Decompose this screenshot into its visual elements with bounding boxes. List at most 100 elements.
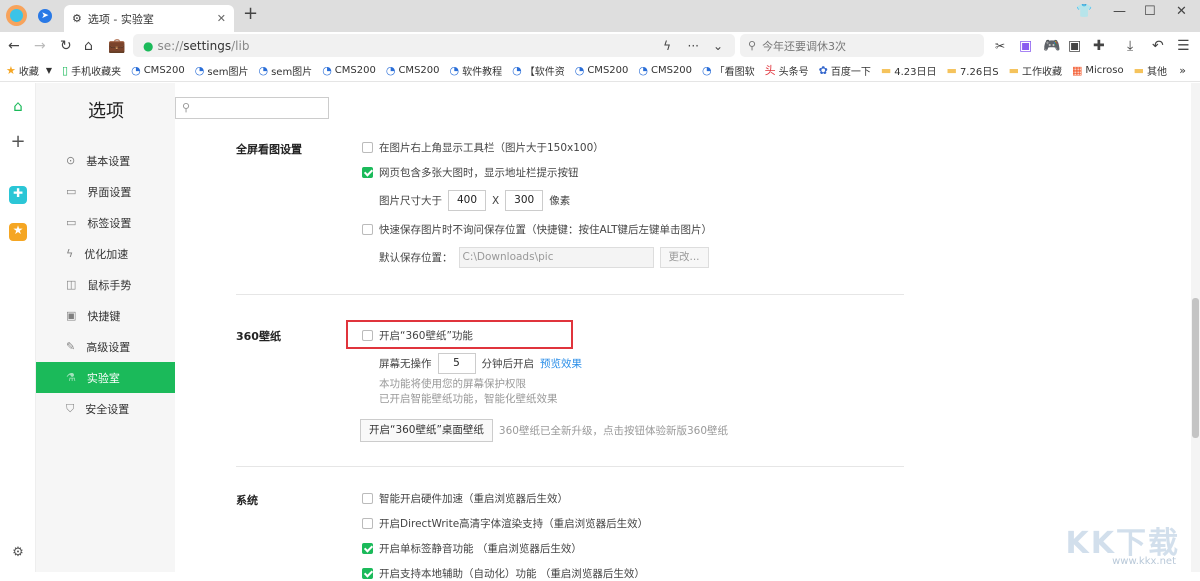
- bookmark-item[interactable]: ▬ 7.26日S: [947, 63, 999, 78]
- bookmark-item[interactable]: ★ 收藏 ▼: [6, 63, 52, 78]
- undo-icon[interactable]: ↶: [1152, 38, 1164, 54]
- sidebar-item-7[interactable]: ⚗ 实验室: [36, 362, 175, 393]
- home-button[interactable]: ⌂: [84, 38, 93, 54]
- bookmark-item[interactable]: ▦ Microso: [1072, 64, 1124, 77]
- menu-icon[interactable]: ☰: [1177, 38, 1190, 54]
- idle-minutes-input[interactable]: 5: [437, 353, 476, 374]
- system-option[interactable]: 智能开启硬件加速（重启浏览器后生效）: [362, 491, 568, 506]
- translate-icon[interactable]: ▣: [1019, 38, 1032, 54]
- more-bookmarks-icon[interactable]: »: [1179, 64, 1186, 77]
- close-button[interactable]: ✕: [1176, 4, 1187, 19]
- forward-button[interactable]: →: [34, 38, 46, 54]
- unit-label: 像素: [549, 195, 571, 207]
- address-bar[interactable]: ● se://settings/lib ϟ ··· ⌄: [133, 34, 735, 57]
- back-button[interactable]: ←: [8, 38, 20, 54]
- bookmark-item[interactable]: ◔ 软件教程: [450, 63, 503, 78]
- sidebar-item-1[interactable]: ▭ 界面设置: [36, 176, 175, 207]
- site-icon: ◔: [574, 63, 585, 77]
- game-icon[interactable]: 🎮: [1043, 38, 1060, 54]
- menu-label: 安全设置: [85, 402, 130, 416]
- preview-link[interactable]: 预览效果: [540, 356, 582, 371]
- tab-settings[interactable]: ⚙ 选项 - 实验室 ✕: [64, 5, 234, 32]
- skin-icon[interactable]: 👕: [1076, 4, 1092, 19]
- option-quick-save[interactable]: 快速保存图片时不询问保存位置（快捷键：按住ALT键后左键单击图片）: [362, 222, 712, 237]
- height-input[interactable]: 300: [505, 190, 544, 211]
- folder-icon: ▬: [946, 63, 957, 77]
- caret-down-icon[interactable]: ▼: [46, 66, 52, 75]
- checkbox[interactable]: [362, 493, 373, 504]
- close-tab-icon[interactable]: ✕: [217, 12, 226, 25]
- option-address-hint[interactable]: 网页包含多张大图时，显示地址栏提示按钮: [362, 165, 579, 180]
- minimize-button[interactable]: —: [1113, 4, 1126, 19]
- home-icon[interactable]: ⌂: [9, 97, 27, 115]
- bookmark-item[interactable]: ◔ CMS200: [638, 64, 692, 77]
- menu-icon: ▣: [66, 309, 77, 322]
- search-box[interactable]: ⚲ 今年还要调休3次: [740, 34, 984, 57]
- download-icon[interactable]: ⤓: [1127, 38, 1133, 54]
- sidebar-item-0[interactable]: ⊙ 基本设置: [36, 145, 175, 176]
- settings-gear-icon[interactable]: ⚙: [9, 545, 27, 563]
- bookmark-item[interactable]: ◔ CMS200: [575, 64, 629, 77]
- bookmark-item[interactable]: ◔ 【软件资: [512, 63, 565, 78]
- bookmark-item[interactable]: ▬ 4.23日日: [881, 63, 937, 78]
- reader-icon[interactable]: ▣: [1068, 38, 1081, 54]
- option-label: 在图片右上角显示工具栏（图片大于150x100）: [379, 142, 604, 154]
- new-tab-button[interactable]: +: [243, 3, 258, 24]
- checkbox[interactable]: [362, 330, 373, 341]
- bookmark-item[interactable]: ▯ 手机收藏夹: [62, 63, 121, 78]
- favorites-star-icon[interactable]: ★: [9, 223, 27, 241]
- lightning-icon[interactable]: ϟ: [663, 39, 671, 53]
- bookmark-item[interactable]: ◔ CMS200: [386, 64, 440, 77]
- sidebar-item-2[interactable]: ▭ 标签设置: [36, 207, 175, 238]
- scrollbar-thumb[interactable]: [1192, 298, 1199, 438]
- option-toolbar[interactable]: 在图片右上角显示工具栏（图片大于150x100）: [362, 140, 604, 155]
- bookmark-item[interactable]: ◔ CMS200: [131, 64, 185, 77]
- bookmark-item[interactable]: ◔ 「看图软: [702, 63, 755, 78]
- checkbox[interactable]: [362, 568, 373, 579]
- navigation-bar: ← → ↻ ⌂ 💼 ● se://settings/lib ϟ ··· ⌄ ⚲ …: [0, 32, 1200, 59]
- bookmark-label: 头条号: [778, 66, 809, 78]
- bookmark-item[interactable]: ◔ sem图片: [195, 63, 249, 78]
- width-input[interactable]: 400: [448, 190, 486, 211]
- gear-icon: ⚙: [72, 12, 82, 25]
- save-path-input[interactable]: C:\Downloads\pic: [458, 247, 654, 268]
- bookmark-item[interactable]: ◔ CMS200: [322, 64, 376, 77]
- bookmark-item[interactable]: 头头条号: [765, 62, 809, 78]
- checkbox[interactable]: [362, 167, 373, 178]
- site-icon: ◔: [194, 63, 205, 77]
- bookmark-item[interactable]: ▬ 其他: [1134, 63, 1167, 78]
- checkbox[interactable]: [362, 224, 373, 235]
- scissors-icon[interactable]: ✂: [995, 39, 1005, 53]
- add-icon[interactable]: +: [9, 131, 27, 152]
- send-icon[interactable]: ➤: [38, 9, 52, 23]
- bookmark-item[interactable]: ◔ sem图片: [258, 63, 312, 78]
- more-icon[interactable]: ···: [688, 39, 699, 53]
- option-wallpaper[interactable]: 开启“360壁纸”功能: [362, 328, 473, 343]
- scrollbar[interactable]: [1191, 83, 1200, 572]
- checkbox[interactable]: [362, 543, 373, 554]
- sidebar-item-8[interactable]: ⛉ 安全设置: [36, 393, 175, 424]
- app-icon[interactable]: ✚: [9, 186, 27, 204]
- reload-button[interactable]: ↻: [60, 38, 72, 54]
- sidebar-item-3[interactable]: ϟ 优化加速: [36, 238, 175, 269]
- system-option[interactable]: 开启单标签静音功能 （重启浏览器后生效）: [362, 541, 582, 556]
- bookmark-item[interactable]: ▬ 工作收藏: [1009, 63, 1062, 78]
- desktop-wallpaper-button[interactable]: 开启“360壁纸”桌面壁纸: [360, 419, 493, 442]
- bookmark-item[interactable]: ✿ 百度一下: [819, 63, 871, 78]
- system-option[interactable]: 开启DirectWrite高清字体渲染支持（重启浏览器后生效）: [362, 516, 648, 531]
- browser-logo-icon[interactable]: [6, 5, 27, 26]
- maximize-button[interactable]: ☐: [1144, 4, 1156, 19]
- briefcase-icon[interactable]: 💼: [108, 38, 125, 54]
- change-path-button[interactable]: 更改...: [659, 247, 709, 268]
- checkbox[interactable]: [362, 142, 373, 153]
- sidebar-item-4[interactable]: ◫ 鼠标手势: [36, 269, 175, 300]
- search-input[interactable]: 今年还要调休3次: [762, 38, 846, 54]
- chevron-down-icon[interactable]: ⌄: [713, 39, 723, 53]
- system-option[interactable]: 开启支持本地辅助（自动化）功能 （重启浏览器后生效）: [362, 566, 645, 581]
- sidebar-item-5[interactable]: ▣ 快捷键: [36, 300, 175, 331]
- checkbox[interactable]: [362, 518, 373, 529]
- menu-icon: ▭: [66, 185, 77, 198]
- url-path: /lib: [231, 38, 250, 53]
- sidebar-item-6[interactable]: ✎ 高级设置: [36, 331, 175, 362]
- extensions-icon[interactable]: ✚: [1093, 38, 1105, 54]
